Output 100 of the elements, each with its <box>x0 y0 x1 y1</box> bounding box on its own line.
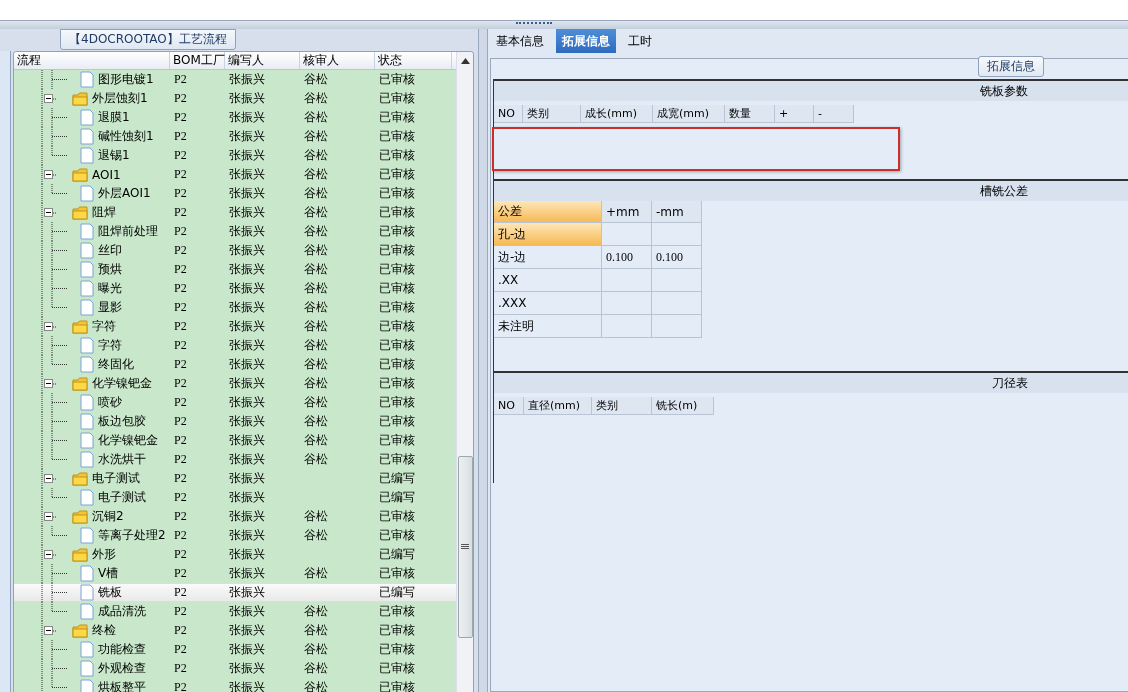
tree-row[interactable]: 退膜1 P2 张振兴 谷松 已审核 <box>14 108 456 127</box>
tree-row[interactable]: 沉铜2 P2 张振兴 谷松 已审核 <box>14 507 456 526</box>
tree-row[interactable]: 丝印 P2 张振兴 谷松 已审核 <box>14 241 456 260</box>
tree-row[interactable]: 退锡1 P2 张振兴 谷松 已审核 <box>14 146 456 165</box>
reviewer-cell-text: 谷松 <box>303 299 329 316</box>
collapse-icon[interactable] <box>44 512 53 521</box>
column-header[interactable]: 铣长(m) <box>652 397 714 415</box>
plus-cell[interactable] <box>602 292 652 315</box>
tab[interactable]: 基本信息 <box>490 29 550 53</box>
factory-cell-text: P2 <box>173 680 188 692</box>
tree-row[interactable]: 预烘 P2 张振兴 谷松 已审核 <box>14 260 456 279</box>
tree-row[interactable]: 阻焊前处理 P2 张振兴 谷松 已审核 <box>14 222 456 241</box>
scroll-thumb[interactable] <box>457 456 473 638</box>
column-header[interactable]: 成宽(mm) <box>653 105 725 123</box>
collapse-icon[interactable] <box>44 474 53 483</box>
column-header[interactable]: 数量 <box>725 105 775 123</box>
minus-cell[interactable] <box>652 315 702 338</box>
tolerance-label-cell[interactable]: 孔-边 <box>494 223 602 246</box>
column-header[interactable]: 核审人 <box>300 52 375 69</box>
plus-cell[interactable] <box>602 315 652 338</box>
tolerance-label-cell[interactable]: .XX <box>494 269 602 292</box>
tree-row[interactable]: 曝光 P2 张振兴 谷松 已审核 <box>14 279 456 298</box>
folder-icon <box>72 471 88 486</box>
column-header[interactable]: +mm <box>602 201 652 223</box>
tree-row[interactable]: 功能检查 P2 张振兴 谷松 已审核 <box>14 640 456 659</box>
tree-row[interactable]: 电子测试 P2 张振兴 已编写 <box>14 469 456 488</box>
column-header[interactable]: 状态 <box>375 52 452 69</box>
collapse-icon[interactable] <box>44 379 53 388</box>
plus-cell[interactable]: 0.100 <box>602 246 652 269</box>
tree-row[interactable]: 图形电镀1 P2 张振兴 谷松 已审核 <box>14 70 456 89</box>
plus-cell[interactable] <box>602 269 652 292</box>
collapse-icon[interactable] <box>44 626 53 635</box>
collapse-icon[interactable] <box>44 170 53 179</box>
column-header[interactable]: 流程 <box>14 52 170 69</box>
tree-row[interactable]: 化学镍钯金 P2 张振兴 谷松 已审核 <box>14 374 456 393</box>
column-header[interactable]: 成长(mm) <box>581 105 653 123</box>
step-name: 终检 <box>92 622 116 639</box>
factory-cell-text: P2 <box>173 338 188 353</box>
column-header[interactable]: + <box>775 105 814 123</box>
column-header[interactable]: 直径(mm) <box>524 397 592 415</box>
factory-cell-text: P2 <box>173 243 188 258</box>
collapse-icon[interactable] <box>44 322 53 331</box>
tree-row[interactable]: 字符 P2 张振兴 谷松 已审核 <box>14 336 456 355</box>
column-header[interactable]: BOM工厂 <box>170 52 225 69</box>
tree-row[interactable]: 等离子处理2 P2 张振兴 谷松 已审核 <box>14 526 456 545</box>
status-cell-text: 已审核 <box>378 223 416 240</box>
tree-row[interactable]: 显影 P2 张振兴 谷松 已审核 <box>14 298 456 317</box>
tree-row[interactable]: 外形 P2 张振兴 已编写 <box>14 545 456 564</box>
tree-row[interactable]: 外层AOI1 P2 张振兴 谷松 已审核 <box>14 184 456 203</box>
collapse-icon[interactable] <box>44 550 53 559</box>
tree-row[interactable]: 水洗烘干 P2 张振兴 谷松 已审核 <box>14 450 456 469</box>
column-header[interactable]: 类别 <box>523 105 581 123</box>
scroll-up-icon[interactable] <box>460 58 470 64</box>
collapse-icon[interactable] <box>44 208 53 217</box>
column-header[interactable]: -mm <box>652 201 702 223</box>
tree-row[interactable]: 化学镍钯金 P2 张振兴 谷松 已审核 <box>14 431 456 450</box>
tree-row[interactable]: 外层蚀刻1 P2 张振兴 谷松 已审核 <box>14 89 456 108</box>
folder-icon <box>72 167 88 182</box>
splitter-grip[interactable] <box>516 22 552 27</box>
collapse-icon[interactable] <box>44 94 53 103</box>
tree-row[interactable]: 铣板 P2 张振兴 已编写 <box>14 583 456 602</box>
tree-row[interactable]: 喷砂 P2 张振兴 谷松 已审核 <box>14 393 456 412</box>
tab[interactable]: 拓展信息 <box>556 29 616 53</box>
tolerance-label-cell[interactable]: 边-边 <box>494 246 602 269</box>
tree-row[interactable]: V槽 P2 张振兴 谷松 已审核 <box>14 564 456 583</box>
tolerance-label-cell[interactable]: .XXX <box>494 292 602 315</box>
minus-cell[interactable] <box>652 269 702 292</box>
column-header[interactable]: 类别 <box>592 397 652 415</box>
tree-row[interactable]: 外观检查 P2 张振兴 谷松 已审核 <box>14 659 456 678</box>
minus-cell[interactable] <box>652 292 702 315</box>
status-cell-text: 已审核 <box>378 71 416 88</box>
tree-row[interactable]: 终检 P2 张振兴 谷松 已审核 <box>14 621 456 640</box>
column-header[interactable]: - <box>814 105 854 123</box>
column-header[interactable]: NO <box>494 105 523 123</box>
tree-row[interactable]: 阻焊 P2 张振兴 谷松 已审核 <box>14 203 456 222</box>
column-header[interactable]: NO <box>494 397 524 415</box>
tree-row[interactable]: 终固化 P2 张振兴 谷松 已审核 <box>14 355 456 374</box>
tab[interactable]: 工时 <box>622 29 658 53</box>
tree-row[interactable]: 字符 P2 张振兴 谷松 已审核 <box>14 317 456 336</box>
factory-cell-text: P2 <box>173 262 188 277</box>
minus-cell[interactable] <box>652 223 702 246</box>
plus-cell[interactable] <box>602 223 652 246</box>
tolerance-label-cell[interactable]: 未注明 <box>494 315 602 338</box>
tree-row[interactable]: 成品清洗 P2 张振兴 谷松 已审核 <box>14 602 456 621</box>
minus-cell[interactable]: 0.100 <box>652 246 702 269</box>
reviewer-cell-text: 谷松 <box>303 337 329 354</box>
step-name: 外观检查 <box>98 660 146 677</box>
tree-row[interactable]: AOI1 P2 张振兴 谷松 已审核 <box>14 165 456 184</box>
tree-row[interactable]: 板边包胶 P2 张振兴 谷松 已审核 <box>14 412 456 431</box>
author-cell-text: 张振兴 <box>228 109 266 126</box>
tree-row[interactable]: 碱性蚀刻1 P2 张振兴 谷松 已审核 <box>14 127 456 146</box>
tree-row[interactable]: 烘板整平 P2 张振兴 谷松 已审核 <box>14 678 456 692</box>
reviewer-cell-text: 谷松 <box>303 185 329 202</box>
tree-row[interactable]: 电子测试 P2 张振兴 已编写 <box>14 488 456 507</box>
status-cell-text: 已审核 <box>378 413 416 430</box>
reviewer-cell-text: 谷松 <box>303 242 329 259</box>
scrollbar[interactable] <box>456 52 473 692</box>
column-header[interactable]: 编写人 <box>225 52 300 69</box>
column-header[interactable]: 公差 <box>494 201 602 223</box>
status-cell-text: 已审核 <box>378 679 416 692</box>
